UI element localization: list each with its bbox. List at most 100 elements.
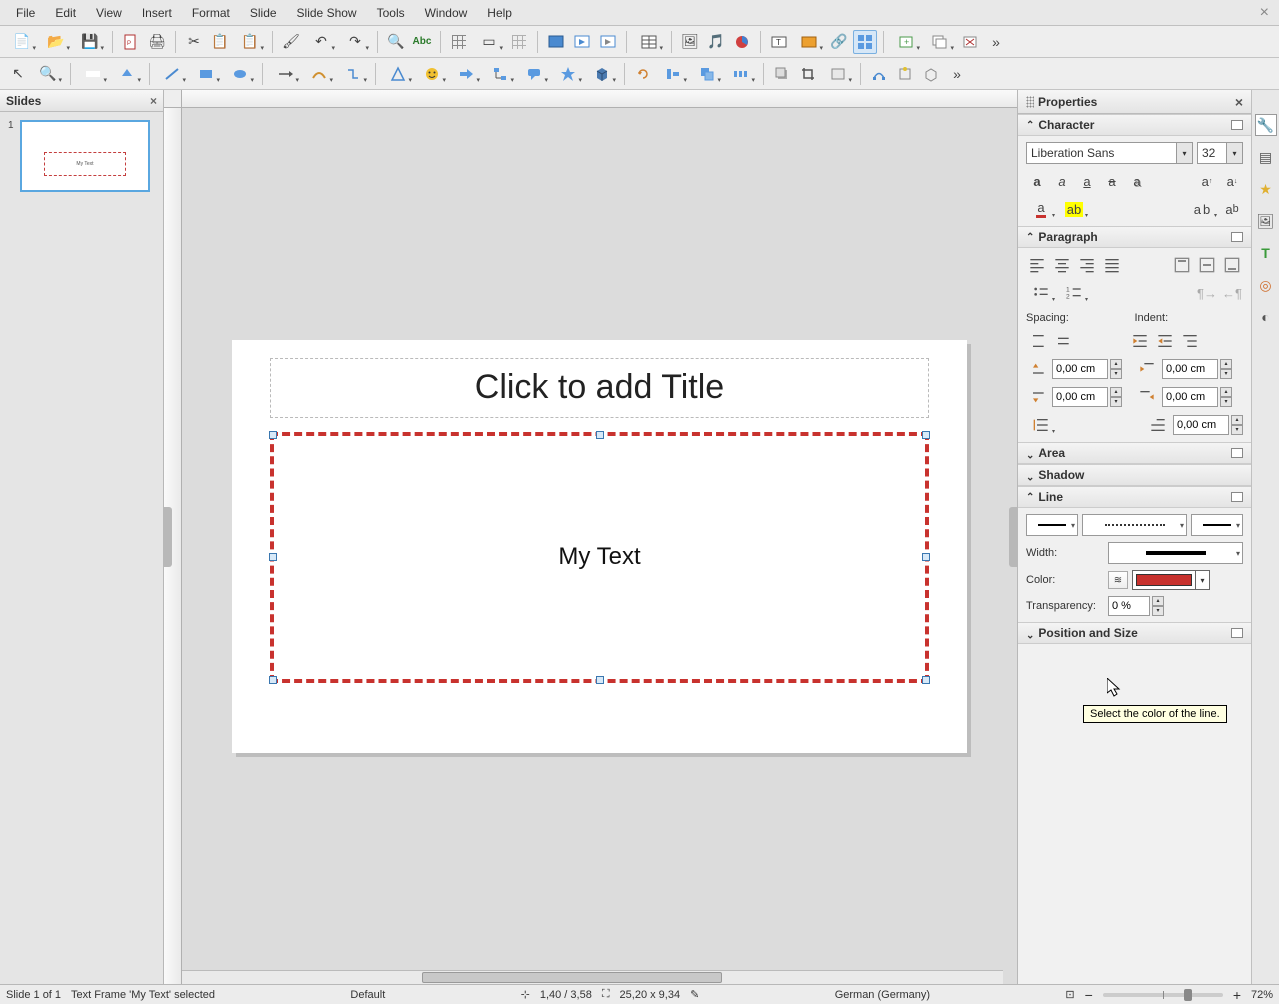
spin-down[interactable]: ▾	[1110, 369, 1122, 379]
superscript-button[interactable]: ab	[1221, 198, 1243, 220]
spin-up[interactable]: ▴	[1231, 415, 1243, 425]
area-more-icon[interactable]	[1231, 448, 1243, 458]
menu-slide-show[interactable]: Slide Show	[287, 2, 367, 24]
decrease-spacing-button[interactable]	[1051, 330, 1073, 352]
display-views-button[interactable]: ▭▾	[473, 30, 505, 54]
cut-button[interactable]: ✂	[182, 30, 206, 54]
rtl-button[interactable]: ←¶	[1221, 282, 1243, 304]
snap-grid-button[interactable]	[507, 30, 531, 54]
spin-up[interactable]: ▴	[1110, 359, 1122, 369]
stars-tool[interactable]: ▾	[552, 62, 584, 86]
callout-tool[interactable]: ▾	[518, 62, 550, 86]
menu-tools[interactable]: Tools	[367, 2, 415, 24]
line-spacing-button[interactable]: ▾	[1026, 414, 1056, 436]
points-tool[interactable]	[867, 62, 891, 86]
content-text-frame[interactable]: My Text	[270, 432, 929, 683]
connectors-tool[interactable]: ▾	[337, 62, 369, 86]
above-spacing-spinbox[interactable]: ▴▾	[1052, 359, 1122, 379]
character-more-icon[interactable]	[1231, 120, 1243, 130]
resize-handle-se[interactable]	[922, 676, 930, 684]
properties-close-icon[interactable]: ×	[1235, 94, 1243, 110]
export-pdf-button[interactable]: P	[119, 30, 143, 54]
zoom-slider[interactable]	[1103, 993, 1223, 997]
italic-button[interactable]: a	[1051, 170, 1073, 192]
save-button[interactable]: 💾▾	[74, 30, 106, 54]
align-center-button[interactable]	[1051, 254, 1073, 276]
transparency-spinbox[interactable]: ▴▾	[1108, 596, 1164, 616]
dropdown-icon[interactable]: ▾	[1176, 143, 1192, 163]
spin-down[interactable]: ▾	[1110, 397, 1122, 407]
line-section-header[interactable]: ⌃ Line	[1018, 486, 1251, 508]
filter-tool[interactable]: ▾	[822, 62, 854, 86]
increase-font-button[interactable]: a↑	[1196, 170, 1218, 192]
clone-format-button[interactable]: 🖌	[279, 30, 303, 54]
below-spacing-spinbox[interactable]: ▴▾	[1052, 387, 1122, 407]
status-zoom[interactable]: 72%	[1251, 989, 1273, 1001]
menu-help[interactable]: Help	[477, 2, 522, 24]
curves-tool[interactable]: ▾	[303, 62, 335, 86]
rotate-tool[interactable]	[631, 62, 655, 86]
distribute-tool[interactable]: ▾	[725, 62, 757, 86]
resize-handle-sw[interactable]	[269, 676, 277, 684]
menu-file[interactable]: File	[6, 2, 45, 24]
redo-button[interactable]: ↷▾	[339, 30, 371, 54]
tab-master[interactable]: T	[1255, 242, 1277, 264]
highlight-color-button[interactable]: ab▾	[1059, 198, 1089, 220]
insert-hyperlink-button[interactable]: 🔗	[827, 30, 851, 54]
line-more-icon[interactable]	[1231, 492, 1243, 502]
symbol-shapes-tool[interactable]: ▾	[416, 62, 448, 86]
new-slide-button[interactable]: +▾	[890, 30, 922, 54]
font-color-button[interactable]: a▾	[1026, 198, 1056, 220]
strikethrough-button[interactable]: a	[1101, 170, 1123, 192]
paragraph-more-icon[interactable]	[1231, 232, 1243, 242]
slides-panel-close-icon[interactable]: ×	[150, 94, 157, 108]
spin-up[interactable]: ▴	[1220, 359, 1232, 369]
after-indent-input[interactable]	[1162, 387, 1218, 407]
new-doc-button[interactable]: 📄▾	[6, 30, 38, 54]
hanging-indent-button[interactable]	[1179, 330, 1201, 352]
arrow-end-select[interactable]: ▾	[1191, 514, 1243, 536]
above-spacing-input[interactable]	[1052, 359, 1108, 379]
start-current-slide-button[interactable]	[596, 30, 620, 54]
resize-handle-w[interactable]	[269, 553, 277, 561]
insert-chart-button[interactable]	[730, 30, 754, 54]
shadow-section-header[interactable]: ⌃ Shadow	[1018, 464, 1251, 486]
tab-navigator[interactable]: ◎	[1255, 274, 1277, 296]
resize-handle-e[interactable]	[922, 553, 930, 561]
resize-handle-ne[interactable]	[922, 431, 930, 439]
before-indent-spinbox[interactable]: ▴▾	[1162, 359, 1232, 379]
shadow-button[interactable]: a	[1126, 170, 1148, 192]
tab-properties[interactable]: 🔧	[1255, 114, 1277, 136]
first-line-indent-input[interactable]	[1173, 415, 1229, 435]
valign-top-button[interactable]	[1171, 254, 1193, 276]
menu-window[interactable]: Window	[415, 2, 478, 24]
position-more-icon[interactable]	[1231, 628, 1243, 638]
signature-icon[interactable]: ✎	[690, 988, 699, 1001]
align-tool[interactable]: ▾	[657, 62, 689, 86]
ltr-button[interactable]: ¶→	[1196, 282, 1218, 304]
area-section-header[interactable]: ⌃ Area	[1018, 442, 1251, 464]
first-line-indent-spinbox[interactable]: ▴▾	[1173, 415, 1243, 435]
spin-up[interactable]: ▴	[1110, 387, 1122, 397]
tab-animation[interactable]: ◐	[1255, 306, 1277, 328]
spin-up[interactable]: ▴	[1152, 596, 1164, 606]
menu-format[interactable]: Format	[182, 2, 240, 24]
overflow-button[interactable]: »	[984, 30, 1008, 54]
menu-view[interactable]: View	[86, 2, 132, 24]
fill-color-tool[interactable]: ▾	[111, 62, 143, 86]
decrease-indent-button[interactable]	[1154, 330, 1176, 352]
tab-gallery[interactable]: 🖼	[1255, 210, 1277, 232]
status-language[interactable]: German (Germany)	[835, 989, 930, 1001]
dropdown-icon[interactable]: ▾	[1226, 143, 1242, 163]
spin-up[interactable]: ▴	[1220, 387, 1232, 397]
increase-spacing-button[interactable]	[1026, 330, 1048, 352]
insert-av-button[interactable]: 🎵	[704, 30, 728, 54]
bullets-button[interactable]: ▾	[1026, 282, 1056, 304]
duplicate-slide-button[interactable]: ▾	[924, 30, 956, 54]
dropdown-icon[interactable]: ▾	[1195, 571, 1209, 589]
start-first-slide-button[interactable]	[570, 30, 594, 54]
horizontal-scrollbar[interactable]	[182, 970, 1003, 984]
status-master[interactable]: Default	[350, 989, 385, 1001]
title-placeholder[interactable]: Click to add Title	[270, 358, 929, 418]
crop-tool[interactable]	[796, 62, 820, 86]
